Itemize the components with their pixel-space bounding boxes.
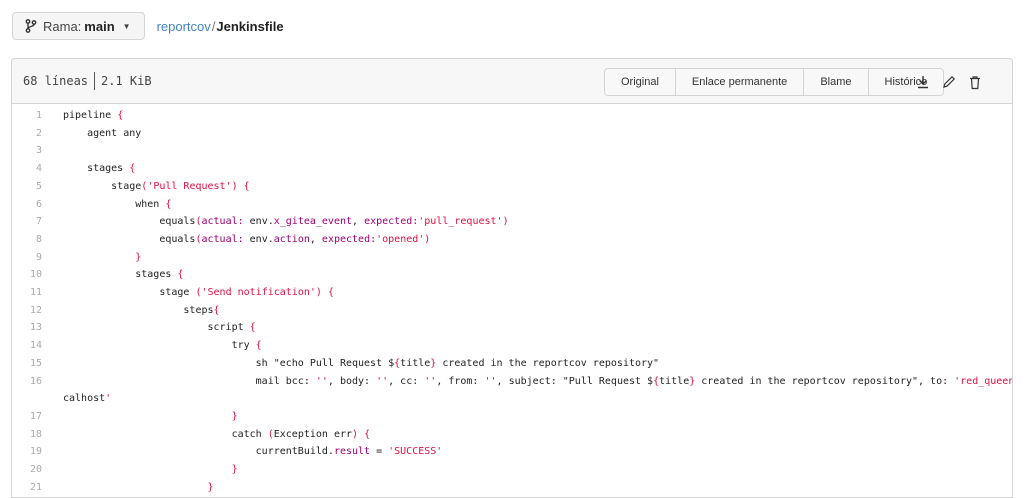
breadcrumb-separator: / [211, 18, 216, 34]
file-size: 2.1 KiB [101, 74, 152, 88]
caret-down-icon: ▼ [122, 21, 131, 31]
code-line: calhost' [12, 390, 1012, 408]
line-number[interactable]: 8 [12, 231, 42, 249]
file-line-count: 68 líneas [23, 74, 89, 88]
code-text: mail bcc: '', body: '', cc: '', from: ''… [63, 375, 1012, 387]
line-number[interactable]: 9 [12, 249, 42, 267]
branch-prefix-label: Rama: [43, 18, 82, 34]
code-text: equals(actual: env.x_gitea_event, expect… [63, 216, 509, 228]
line-number[interactable]: 10 [12, 266, 42, 284]
code-line: 2 agent any [12, 125, 1012, 143]
code-line: 10 stages { [12, 266, 1012, 284]
code-line: 11 stage ('Send notification') { [12, 284, 1012, 302]
line-number[interactable]: 20 [12, 461, 42, 479]
line-number[interactable]: 2 [12, 125, 42, 143]
file-actions-group: Original Enlace permanente Blame Históri… [604, 68, 945, 96]
permalink-button[interactable]: Enlace permanente [675, 69, 805, 95]
code-text: steps{ [63, 304, 220, 316]
code-line: 12 steps{ [12, 302, 1012, 320]
code-text: pipeline { [63, 110, 124, 121]
breadcrumb-repo-link[interactable]: reportcov [157, 19, 211, 34]
line-number[interactable]: 4 [12, 160, 42, 178]
code-text: stage ('Send notification') { [63, 287, 334, 299]
code-text: stages { [63, 269, 184, 281]
file-header: 68 líneas 2.1 KiB Original Enlace perman… [12, 59, 1012, 104]
line-number[interactable]: 1 [12, 107, 42, 125]
code-line: 3 [12, 142, 1012, 160]
code-text: stage('Pull Request') { [63, 180, 250, 192]
line-number[interactable]: 5 [12, 178, 42, 196]
code-text: when { [63, 198, 172, 210]
file-tool-icons [912, 71, 990, 93]
code-text: equals(actual: env.action, expected:'ope… [63, 233, 431, 245]
breadcrumb: reportcov/Jenkinsfile [157, 19, 284, 34]
code-view: 1 pipeline {2 agent any 3 4 stages {5 stage… [12, 104, 1012, 496]
code-line: 6 when { [12, 196, 1012, 214]
line-number[interactable]: 21 [12, 479, 42, 497]
code-line: 20 } [12, 461, 1012, 479]
code-text: sh "echo Pull Request ${title} created i… [63, 357, 660, 369]
code-text: calhost' [63, 393, 112, 405]
code-line: 5 stage('Pull Request') { [12, 178, 1012, 196]
code-line: 4 stages { [12, 160, 1012, 178]
file-info-divider [94, 72, 96, 90]
code-line: 8 equals(actual: env.action, expected:'o… [12, 231, 1012, 249]
code-text: currentBuild.result = 'SUCCESS' [63, 446, 443, 458]
line-number[interactable]: 12 [12, 302, 42, 320]
code-text: } [135, 251, 142, 263]
line-number[interactable]: 16 [12, 373, 42, 391]
code-text: script { [63, 322, 256, 334]
code-text: try { [63, 340, 262, 352]
line-number[interactable]: 14 [12, 337, 42, 355]
top-bar: Rama: main ▼ reportcov/Jenkinsfile [12, 11, 284, 41]
code-text: stages { [63, 163, 136, 175]
download-icon[interactable] [912, 71, 934, 93]
branch-selector-button[interactable]: Rama: main ▼ [12, 12, 145, 40]
code-line: 19 currentBuild.result = 'SUCCESS' [12, 443, 1012, 461]
file-info: 68 líneas 2.1 KiB [23, 72, 152, 90]
code-line: 14 try { [12, 337, 1012, 355]
line-number[interactable]: 13 [12, 319, 42, 337]
raw-button[interactable]: Original [605, 69, 676, 95]
delete-icon[interactable] [964, 71, 986, 93]
code-line: 16 mail bcc: '', body: '', cc: '', from:… [12, 373, 1012, 391]
code-line: 1 pipeline { [12, 107, 1012, 125]
line-number[interactable]: 6 [12, 196, 42, 214]
edit-icon[interactable] [938, 71, 960, 93]
code-line: 13 script { [12, 319, 1012, 337]
code-line: 18 catch (Exception err) { [12, 426, 1012, 444]
code-text: agent any [63, 127, 142, 139]
line-number[interactable]: 17 [12, 408, 42, 426]
code-text: } [231, 410, 238, 422]
code-line: 15 sh "echo Pull Request ${title} create… [12, 355, 1012, 373]
branch-name-label: main [84, 18, 115, 34]
file-viewer: 68 líneas 2.1 KiB Original Enlace perman… [11, 58, 1013, 498]
line-number[interactable]: 11 [12, 284, 42, 302]
breadcrumb-file-name: Jenkinsfile [216, 18, 284, 34]
line-number[interactable]: 19 [12, 443, 42, 461]
code-line: 17 } [12, 408, 1012, 426]
code-text: } [207, 481, 214, 493]
line-number[interactable]: 18 [12, 426, 42, 444]
line-number[interactable]: 7 [12, 213, 42, 231]
code-text: catch (Exception err) { [63, 428, 371, 440]
code-text: } [231, 464, 238, 476]
code-line: 21 } [12, 479, 1012, 497]
blame-button[interactable]: Blame [804, 69, 869, 95]
code-line: 9 } [12, 249, 1012, 267]
branch-icon [25, 19, 37, 33]
code-line: 7 equals(actual: env.x_gitea_event, expe… [12, 213, 1012, 231]
line-number[interactable]: 15 [12, 355, 42, 373]
line-number[interactable]: 3 [12, 142, 42, 160]
